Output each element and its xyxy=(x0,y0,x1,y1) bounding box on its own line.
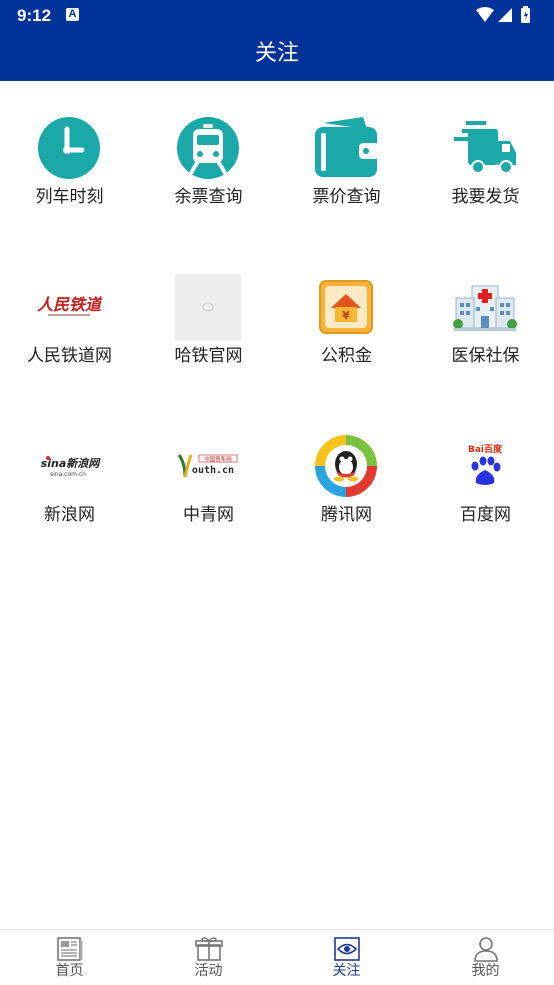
logo-text: sina新浪网 xyxy=(41,457,102,470)
grid-item-youth[interactable]: 中国青年网 outh.cn 中青网 xyxy=(139,399,278,549)
logo-text: ¥ xyxy=(342,309,350,322)
wallet-icon xyxy=(315,117,379,177)
grid-item-label: 哈铁官网 xyxy=(174,346,243,366)
delivery-truck-icon xyxy=(454,121,516,174)
grid-item-peoples-railway[interactable]: 人民铁道 人民铁道网 xyxy=(0,240,139,390)
gift-icon xyxy=(195,937,223,961)
status-icons xyxy=(476,6,530,23)
grid-item-label: 人民铁道网 xyxy=(27,346,112,366)
nav-label: 首页 xyxy=(55,963,84,979)
grid-item-harbin-railway[interactable]: 哈铁官网 xyxy=(139,240,278,390)
housing-fund-icon: ¥ xyxy=(319,280,373,334)
nav-item-activity[interactable]: 活动 xyxy=(139,930,278,985)
signal-icon xyxy=(498,8,512,22)
grid-item-label: 公积金 xyxy=(321,346,372,366)
logo-text: 人民铁道 xyxy=(37,295,102,314)
placeholder-image-icon xyxy=(175,274,241,340)
grid-item-housing-fund[interactable]: ¥ 公积金 xyxy=(277,240,416,390)
eye-icon xyxy=(334,937,360,961)
grid-item-fare-query[interactable]: 票价查询 xyxy=(277,81,416,231)
page-title: 关注 xyxy=(254,41,299,66)
logo-subtext: sina.com.cn xyxy=(50,471,86,478)
logo-badge: 中国青年网 xyxy=(204,455,232,463)
grid-item-label: 我要发货 xyxy=(451,187,520,207)
tencent-logo-icon xyxy=(315,435,377,497)
grid-item-tencent[interactable]: 腾讯网 xyxy=(277,399,416,549)
peoples-railway-logo-icon: 人民铁道 xyxy=(37,295,102,316)
logo-text: outh.cn xyxy=(192,465,234,476)
grid-item-label: 医保社保 xyxy=(451,346,520,366)
bottom-navigation: 首页 活动 关注 我的 xyxy=(0,929,554,985)
hospital-icon xyxy=(453,285,517,331)
grid-item-label: 余票查询 xyxy=(174,187,243,207)
youth-logo-icon: 中国青年网 outh.cn xyxy=(177,454,238,478)
grid-item-ticket-query[interactable]: 余票查询 xyxy=(139,81,278,231)
status-bar: 9:12 A xyxy=(0,0,554,32)
nav-item-home[interactable]: 首页 xyxy=(0,930,139,985)
nav-label: 关注 xyxy=(332,963,361,979)
grid-item-label: 列车时刻 xyxy=(35,187,104,207)
newspaper-icon xyxy=(57,937,83,961)
grid-item-shipping[interactable]: 我要发货 xyxy=(416,81,554,231)
status-time: 9:12 xyxy=(17,6,52,25)
person-icon xyxy=(474,937,498,962)
grid-item-label: 票价查询 xyxy=(312,187,381,207)
sina-logo-icon: sina新浪网 sina.com.cn xyxy=(41,456,102,478)
nav-label: 我的 xyxy=(471,963,500,979)
logo-text: Bai百度 xyxy=(468,443,503,455)
nav-label: 活动 xyxy=(194,963,223,979)
nav-item-follow[interactable]: 关注 xyxy=(277,930,416,985)
app-header: 9:12 A 关注 xyxy=(0,0,554,81)
grid-item-label: 中青网 xyxy=(183,505,234,525)
grid-item-medical-insurance[interactable]: 医保社保 xyxy=(416,240,554,390)
grid-item-label: 百度网 xyxy=(460,505,511,525)
grid-item-label: 新浪网 xyxy=(44,505,95,525)
notification-icon: A xyxy=(66,8,79,21)
clock-icon xyxy=(38,117,100,179)
wifi-icon xyxy=(476,7,494,22)
grid-item-sina[interactable]: sina新浪网 sina.com.cn 新浪网 xyxy=(0,399,139,549)
nav-item-mine[interactable]: 我的 xyxy=(416,930,554,985)
grid-item-train-schedule[interactable]: 列车时刻 xyxy=(0,81,139,231)
grid-item-label: 腾讯网 xyxy=(321,505,372,525)
train-icon xyxy=(177,117,239,179)
grid-item-baidu[interactable]: Bai百度 百度网 xyxy=(416,399,554,549)
baidu-logo-icon: Bai百度 xyxy=(468,443,503,485)
